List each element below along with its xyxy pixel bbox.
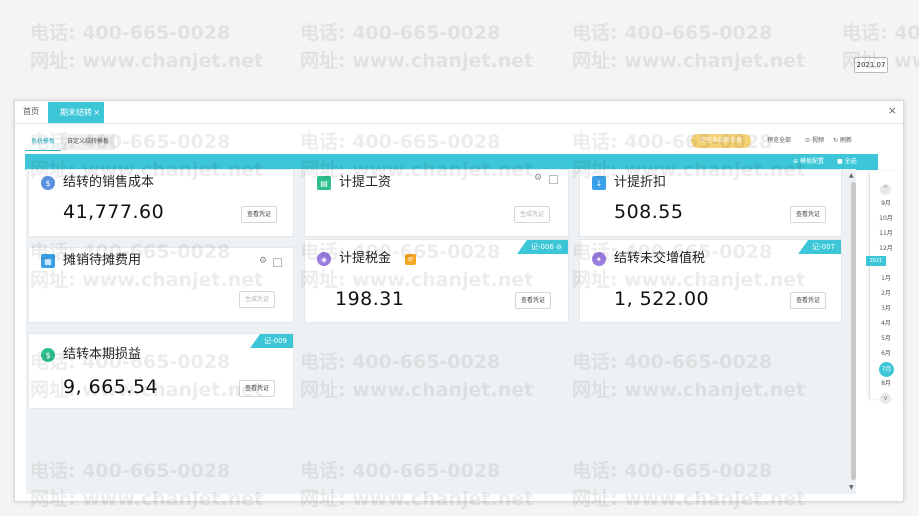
refresh-icon: ↻ xyxy=(833,137,839,144)
voucher-number: 记-006 xyxy=(531,243,554,251)
month-item[interactable]: 8月 xyxy=(870,379,902,389)
card-amortization: ▦ 摊销待摊费用 ⚙ 生成凭证 xyxy=(28,247,294,323)
view-voucher-button[interactable]: 查看凭证 xyxy=(790,206,827,223)
month-item[interactable]: 2月 xyxy=(870,289,902,299)
profit-icon: $ xyxy=(41,348,55,362)
tax-badge-icon: ≡ xyxy=(405,254,416,265)
money-bag-icon: $ xyxy=(41,176,55,190)
tab-system-template[interactable]: 系统模板 xyxy=(25,134,62,151)
month-item[interactable]: 9月 xyxy=(870,199,902,209)
month-item[interactable]: 4月 xyxy=(870,319,902,329)
tab-period-end[interactable]: 期末结转 × xyxy=(48,102,104,123)
view-voucher-button[interactable]: 查看凭证 xyxy=(241,206,278,223)
card-title: 计提税金 xyxy=(339,251,392,266)
titlebar: 首页 期末结转 × × xyxy=(15,101,903,124)
refresh-button[interactable]: ↻ 刷新 xyxy=(833,134,852,148)
window-close-icon[interactable]: × xyxy=(888,104,897,117)
card-depreciation: ↓ 计提折扣 508.55 查看凭证 xyxy=(579,169,842,237)
watermark-phone: 电话: 400-665-0028 xyxy=(30,22,231,44)
generate-voucher-button[interactable]: 生成凭证 xyxy=(514,206,551,223)
watermark-phone: 电话: 400-665-0028 xyxy=(300,22,501,44)
watermark-site: 网址: www.chanjet.net xyxy=(572,50,806,72)
card-amount: 9, 665.54 xyxy=(63,376,159,398)
year-tag: 2021 xyxy=(866,256,886,266)
card-checkbox[interactable] xyxy=(273,258,282,267)
scroll-up-icon[interactable]: ▲ xyxy=(849,172,854,179)
watermark-site: 网址: www.chanjet.net xyxy=(30,50,264,72)
month-rail: ^ 9月 10月 11月 12月 2021 1月 2月 3月 4月 5月 6月 … xyxy=(866,171,902,404)
month-up-icon[interactable]: ^ xyxy=(880,184,891,195)
generate-voucher-button[interactable]: 生成凭证 xyxy=(239,291,276,308)
tab-home[interactable]: 首页 xyxy=(19,105,43,119)
view-voucher-button[interactable]: 查看凭证 xyxy=(239,380,276,397)
month-item[interactable]: 12月 xyxy=(870,244,902,254)
payroll-icon: ▤ xyxy=(317,176,331,190)
watermark-phone: 电话: 400-665-0028 xyxy=(842,22,919,44)
tax-icon: ◈ xyxy=(317,252,331,266)
tab-close-icon[interactable]: × xyxy=(93,102,100,123)
watermark-phone: 电话: 400-665-0028 xyxy=(572,22,773,44)
select-all-label: 全选 xyxy=(844,158,857,165)
warning-badge[interactable]: 存在未结转业务 xyxy=(691,134,751,148)
template-config-label: 模板配置 xyxy=(799,158,824,165)
card-title: 摊销待摊费用 xyxy=(63,253,142,268)
video-button[interactable]: ⊙ 视频 xyxy=(805,134,824,148)
gear-icon[interactable]: ⚙ xyxy=(534,173,542,183)
template-config-button[interactable]: ⊕ 模板配置 xyxy=(793,154,824,170)
refresh-button-label: 刷新 xyxy=(839,137,852,144)
play-icon: ⊙ xyxy=(805,137,811,144)
view-voucher-button[interactable]: 查看凭证 xyxy=(515,292,552,309)
action-bar: ⊕ 模板配置 ■ 全选 xyxy=(25,154,878,170)
toolbar: 系统模板 自定义结转模板 存在未结转业务 预览全部 ⊙ 视频 ↻ 刷新 xyxy=(15,124,903,154)
month-item[interactable]: 11月 xyxy=(870,229,902,239)
tab-custom-template[interactable]: 自定义结转模板 xyxy=(61,134,116,150)
checkbox-icon: ■ xyxy=(837,158,843,165)
video-button-label: 视频 xyxy=(811,137,824,144)
info-icon: ⊖ xyxy=(556,243,562,251)
gear-icon[interactable]: ⚙ xyxy=(259,256,267,266)
card-sales-cost: $ 结转的销售成本 41,777.60 查看凭证 xyxy=(28,169,294,237)
month-item[interactable]: 10月 xyxy=(870,214,902,224)
period-selector[interactable]: 2021.07 xyxy=(854,57,888,73)
card-title: 计提折扣 xyxy=(614,175,667,190)
scroll-thumb[interactable] xyxy=(851,182,856,480)
card-payroll: ▤ 计提工资 ⚙ 生成凭证 xyxy=(304,169,569,237)
select-all-button[interactable]: ■ 全选 xyxy=(837,154,857,170)
card-amount: 198.31 xyxy=(335,288,405,310)
tab-period-end-label: 期末结转 xyxy=(60,108,92,117)
preview-all-button[interactable]: 预览全部 xyxy=(767,134,791,148)
vat-icon: ✦ xyxy=(592,252,606,266)
vertical-scrollbar[interactable]: ▲ ▼ xyxy=(848,172,858,494)
scroll-down-icon[interactable]: ▼ xyxy=(849,484,854,491)
month-item[interactable]: 6月 xyxy=(870,349,902,359)
card-tax: 记-006 ⊖ ◈ 计提税金 ≡ 198.31 查看凭证 xyxy=(304,239,569,323)
month-item[interactable]: 1月 xyxy=(870,274,902,284)
card-amount: 1, 522.00 xyxy=(614,288,710,310)
watermark-site: 网址: www.chanjet.net xyxy=(300,50,534,72)
card-vat-transfer: 记-007 ✦ 结转未交增值税 1, 522.00 查看凭证 xyxy=(579,239,842,323)
card-title: 结转的销售成本 xyxy=(63,175,155,190)
voucher-ribbon[interactable]: 记-009 xyxy=(250,334,293,348)
settings-icon: ⊕ xyxy=(793,158,799,165)
card-title: 结转本期损益 xyxy=(63,347,142,362)
depreciation-icon: ↓ xyxy=(592,176,606,190)
view-voucher-button[interactable]: 查看凭证 xyxy=(790,292,827,309)
month-down-icon[interactable]: v xyxy=(880,393,891,404)
grid-icon: ▦ xyxy=(41,254,55,268)
month-item[interactable]: 3月 xyxy=(870,304,902,314)
month-item[interactable]: 5月 xyxy=(870,334,902,344)
voucher-ribbon[interactable]: 记-006 ⊖ xyxy=(517,240,568,254)
card-amount: 508.55 xyxy=(614,201,684,223)
cards-area: $ 结转的销售成本 41,777.60 查看凭证 ▤ 计提工资 ⚙ 生成凭证 ↓… xyxy=(26,169,856,494)
card-title: 结转未交增值税 xyxy=(614,251,706,266)
voucher-ribbon[interactable]: 记-007 xyxy=(798,240,841,254)
card-checkbox[interactable] xyxy=(549,175,558,184)
card-title: 计提工资 xyxy=(339,175,392,190)
card-amount: 41,777.60 xyxy=(63,201,165,223)
card-profit-loss: 记-009 $ 结转本期损益 9, 665.54 查看凭证 xyxy=(28,333,294,409)
month-item-active[interactable]: 7月 xyxy=(879,362,894,377)
